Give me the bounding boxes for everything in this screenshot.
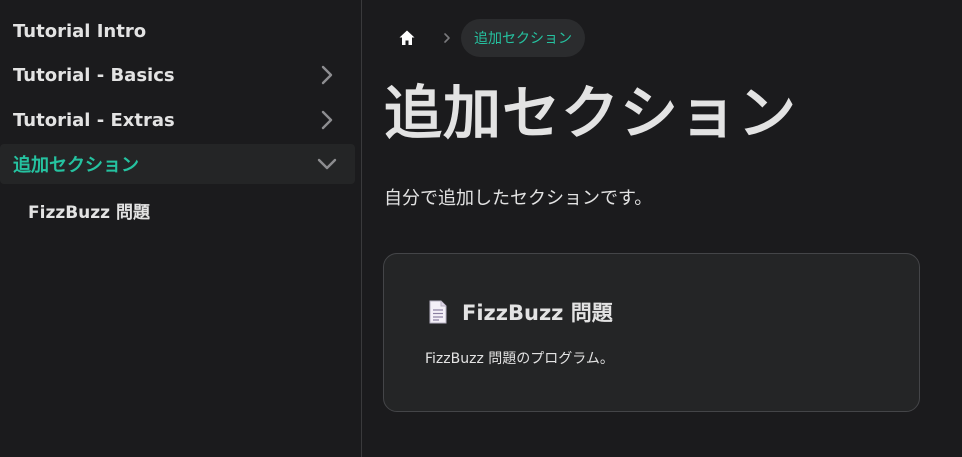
- chevron-right-icon[interactable]: [317, 110, 337, 130]
- home-icon[interactable]: [397, 28, 417, 48]
- chevron-down-icon[interactable]: [317, 154, 337, 174]
- page-title: 追加セクション: [384, 79, 798, 147]
- card-title: FizzBuzz 問題: [428, 297, 613, 327]
- doc-card-fizzbuzz[interactable]: FizzBuzz 問題 FizzBuzz 問題のプログラム。: [383, 253, 920, 412]
- sidebar: Tutorial Intro Tutorial - Basics Tutoria…: [0, 0, 362, 457]
- chevron-right-icon: [444, 33, 450, 43]
- page-description: 自分で追加したセクションです。: [384, 188, 653, 209]
- sidebar-item-label: 追加セクション: [13, 155, 139, 176]
- document-icon: [429, 300, 447, 324]
- sidebar-item-tutorial-extras[interactable]: Tutorial - Extras: [0, 100, 355, 140]
- breadcrumb-current: 追加セクション: [461, 19, 585, 57]
- sidebar-item-label: FizzBuzz 問題: [28, 202, 150, 223]
- card-description: FizzBuzz 問題のプログラム。: [425, 351, 614, 367]
- main-content: 追加セクション 追加セクション 自分で追加したセクションです。 FizzBuzz…: [363, 0, 962, 457]
- sidebar-item-tutorial-intro[interactable]: Tutorial Intro: [0, 11, 355, 51]
- chevron-right-icon[interactable]: [317, 65, 337, 85]
- sidebar-item-label: Tutorial - Basics: [13, 64, 175, 86]
- sidebar-item-additional-section[interactable]: 追加セクション: [0, 144, 355, 184]
- sidebar-item-fizzbuzz[interactable]: FizzBuzz 問題: [0, 190, 355, 230]
- sidebar-item-label: Tutorial - Extras: [13, 109, 175, 131]
- sidebar-item-label: Tutorial Intro: [13, 20, 147, 42]
- docs-layout: Tutorial Intro Tutorial - Basics Tutoria…: [0, 0, 962, 457]
- card-title-text: FizzBuzz 問題: [462, 301, 613, 325]
- sidebar-item-tutorial-basics[interactable]: Tutorial - Basics: [0, 55, 355, 95]
